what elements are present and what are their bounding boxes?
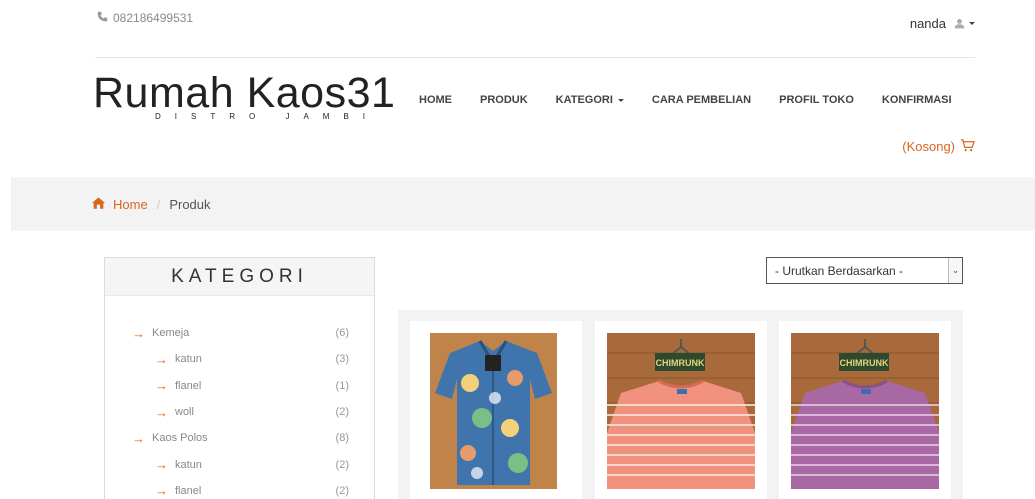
category-count: (6): [335, 327, 349, 340]
category-item-kemeja[interactable]: → Kemeja (6): [105, 320, 374, 346]
category-label: katun: [175, 458, 202, 471]
category-item-kaos-polos[interactable]: → Kaos Polos (8): [105, 425, 374, 451]
category-label: katun: [175, 353, 202, 366]
category-item-kaos-polos-flanel[interactable]: → flanel (2): [105, 478, 374, 499]
nav-profil-toko[interactable]: PROFIL TOKO: [765, 94, 868, 106]
product-card[interactable]: CHIMRUNK: [779, 321, 951, 499]
breadcrumb-home-label: Home: [113, 197, 148, 212]
user-icon: [954, 18, 975, 29]
arrow-right-icon: →: [132, 430, 145, 446]
breadcrumb: Home / Produk: [92, 197, 211, 212]
category-count: (3): [335, 353, 349, 366]
category-list: → Kemeja (6) → katun (3) → flanel (1) → …: [105, 296, 374, 499]
product-card[interactable]: CHIMRUNK: [595, 321, 767, 499]
chevron-down-icon: ⌄: [948, 258, 962, 283]
nav-kategori[interactable]: KATEGORI: [542, 94, 638, 106]
phone-contact: 082186499531: [97, 11, 193, 25]
nav-home[interactable]: HOME: [405, 94, 466, 106]
category-count: (2): [335, 458, 349, 471]
nav-cara-pembelian[interactable]: CARA PEMBELIAN: [638, 94, 765, 106]
logo-subtitle: DISTRO JAMBI: [155, 112, 380, 121]
product-image-red-striped-tshirt[interactable]: CHIMRUNK: [607, 333, 755, 489]
category-label: flanel: [175, 379, 202, 392]
category-sidebar: KATEGORI → Kemeja (6) → katun (3) → flan…: [104, 257, 375, 499]
product-grid: CHIMRUNK CHIMRUNK: [398, 310, 963, 499]
chevron-down-icon: [617, 98, 624, 102]
site-logo[interactable]: Rumah Kaos31 DISTRO JAMBI: [93, 69, 396, 121]
category-item-kemeja-katun[interactable]: → katun (3): [105, 346, 374, 372]
sort-select[interactable]: - Urutkan Berdasarkan - ⌄: [766, 257, 963, 284]
top-bar: 082186499531 nanda: [0, 0, 1035, 58]
category-count: (2): [335, 406, 349, 419]
arrow-right-icon: →: [155, 404, 168, 420]
nav-kategori-label: KATEGORI: [555, 94, 613, 106]
arrow-right-icon: →: [132, 325, 145, 341]
category-count: (2): [335, 484, 349, 497]
sort-selected-value: - Urutkan Berdasarkan -: [775, 263, 904, 278]
breadcrumb-separator: /: [156, 197, 161, 212]
category-item-kemeja-woll[interactable]: → woll (2): [105, 399, 374, 425]
category-label: Kaos Polos: [152, 432, 208, 445]
arrow-right-icon: →: [155, 483, 168, 499]
product-image-floral-shirt[interactable]: [430, 333, 557, 489]
logo-title: Rumah Kaos31: [93, 69, 396, 117]
category-count: (8): [335, 432, 349, 445]
product-card[interactable]: [410, 321, 582, 499]
main-nav: HOME PRODUK KATEGORI CARA PEMBELIAN PROF…: [405, 94, 966, 106]
arrow-right-icon: →: [155, 378, 168, 394]
sidebar-title: KATEGORI: [105, 258, 374, 296]
category-item-kaos-polos-katun[interactable]: → katun (2): [105, 451, 374, 477]
arrow-right-icon: →: [155, 351, 168, 367]
category-item-kemeja-flanel[interactable]: → flanel (1): [105, 373, 374, 399]
phone-icon: [97, 11, 108, 25]
phone-number: 082186499531: [113, 11, 194, 25]
breadcrumb-home[interactable]: Home: [92, 197, 148, 212]
product-tag: CHIMRUNK: [840, 358, 889, 368]
category-count: (1): [335, 379, 349, 392]
category-label: Kemeja: [152, 327, 190, 340]
user-menu[interactable]: nanda: [910, 16, 975, 31]
product-tag: CHIMRUNK: [656, 358, 705, 368]
nav-konfirmasi[interactable]: KONFIRMASI: [868, 94, 966, 106]
chevron-down-icon: [969, 22, 975, 25]
breadcrumb-current: Produk: [169, 197, 211, 212]
category-label: woll: [175, 406, 194, 419]
nav-produk[interactable]: PRODUK: [466, 94, 542, 106]
product-image-purple-striped-tshirt[interactable]: CHIMRUNK: [791, 333, 939, 489]
divider: [95, 57, 975, 58]
category-label: flanel: [175, 484, 202, 497]
arrow-right-icon: →: [155, 457, 168, 473]
cart-icon: [960, 138, 975, 155]
cart-link[interactable]: (Kosong): [902, 138, 975, 155]
cart-label: (Kosong): [902, 139, 955, 154]
home-icon: [92, 197, 105, 212]
username: nanda: [909, 16, 946, 31]
